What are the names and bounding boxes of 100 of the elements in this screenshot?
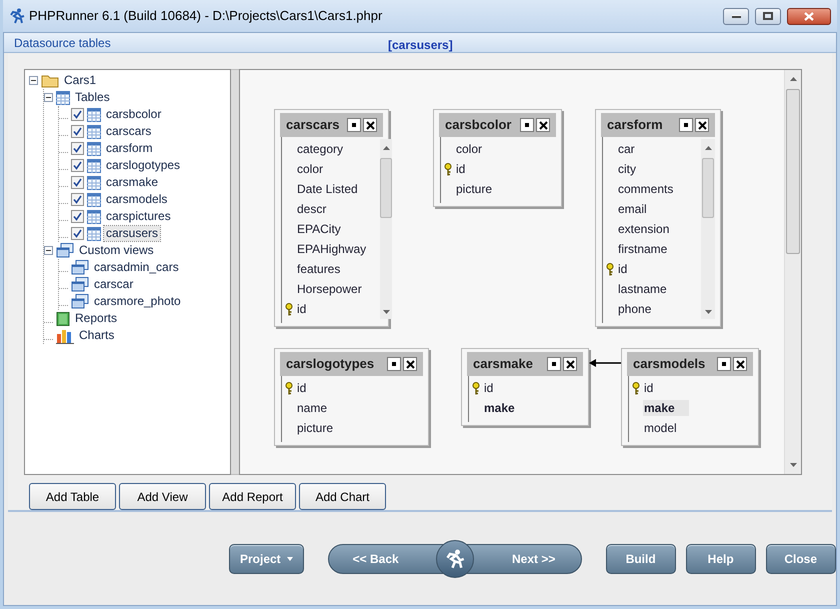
tree-item[interactable]: Tables	[73, 90, 112, 105]
table-card[interactable]: carsmodels id make model	[621, 348, 759, 446]
minimize-button[interactable]	[347, 118, 361, 132]
checkbox[interactable]	[71, 125, 84, 138]
field-name[interactable]: descr	[296, 201, 340, 217]
scroll-down-icon[interactable]	[790, 463, 796, 468]
field-name[interactable]: picture	[296, 420, 348, 436]
minimize-button[interactable]	[679, 118, 693, 132]
field-name[interactable]: EPAHighway	[296, 241, 380, 257]
expander-icon[interactable]	[29, 76, 38, 85]
tree-item[interactable]: Charts	[77, 328, 116, 343]
scrollbar[interactable]	[701, 139, 715, 319]
expander-icon[interactable]	[44, 246, 53, 255]
tree-item[interactable]: carsusers	[104, 226, 160, 241]
tree-item[interactable]: carsmore_photo	[92, 294, 183, 309]
checkbox[interactable]	[71, 193, 84, 206]
add-button[interactable]: Add Chart	[299, 483, 386, 510]
windows-icon	[71, 294, 89, 309]
bar-chart-icon	[56, 328, 74, 344]
table-title: carsbcolor	[445, 116, 512, 134]
maximize-button[interactable]	[755, 8, 781, 24]
scroll-down-icon[interactable]	[382, 310, 390, 315]
tree-item[interactable]: Reports	[73, 311, 120, 326]
checkbox[interactable]	[71, 176, 84, 189]
close-button[interactable]	[563, 357, 577, 371]
field-name[interactable]: id	[617, 261, 642, 277]
tree-item[interactable]: carsmodels	[104, 192, 170, 207]
table-icon	[87, 210, 101, 224]
close-button[interactable]	[695, 118, 709, 132]
field-name[interactable]: id	[296, 301, 320, 317]
field-name[interactable]: color	[296, 161, 338, 177]
table-icon	[87, 192, 101, 206]
table-icon	[87, 124, 101, 138]
field-name[interactable]: extension	[617, 221, 684, 237]
close-button[interactable]	[363, 118, 377, 132]
tree-item[interactable]: carslogotypes	[104, 158, 182, 173]
table-card[interactable]: carsbcolor color id picture	[433, 109, 562, 207]
vertical-scrollbar[interactable]	[784, 70, 801, 474]
table-card[interactable]: carsform car city comments email extension firstname id lastname phone	[595, 109, 721, 327]
field-name[interactable]: id	[643, 380, 668, 396]
checkbox[interactable]	[71, 227, 84, 240]
minimize-button[interactable]	[717, 357, 731, 371]
field-name[interactable]: make	[483, 400, 529, 416]
tree-item[interactable]: carscar	[92, 277, 136, 292]
minimize-button[interactable]	[387, 357, 401, 371]
close-button[interactable]	[733, 357, 747, 371]
field-name[interactable]: id	[296, 380, 320, 396]
add-button[interactable]: Add Table	[29, 483, 116, 510]
scroll-up-icon[interactable]	[382, 145, 390, 150]
field-name[interactable]: Horsepower	[296, 281, 376, 297]
close-button[interactable]	[536, 118, 550, 132]
runner-icon	[436, 540, 474, 578]
checkbox[interactable]	[71, 210, 84, 223]
field-name[interactable]: firstname	[617, 241, 682, 257]
checkbox[interactable]	[71, 142, 84, 155]
field-name[interactable]: model	[643, 420, 691, 436]
selected-table-label: [carsusers]	[388, 37, 453, 54]
field-name[interactable]: comments	[617, 181, 688, 197]
field-name[interactable]: email	[617, 201, 661, 217]
close-button[interactable]	[787, 8, 831, 24]
field-name[interactable]: car	[617, 141, 649, 157]
tree-item[interactable]: Custom views	[77, 243, 156, 258]
close-icon	[804, 12, 814, 20]
tree-item[interactable]: carsadmin_cars	[92, 260, 181, 275]
field-name[interactable]: city	[617, 161, 650, 177]
field-name[interactable]: features	[296, 261, 354, 277]
checkbox[interactable]	[71, 108, 84, 121]
field-name[interactable]: phone	[617, 301, 666, 317]
tree-item[interactable]: carsform	[104, 141, 155, 156]
relation-arrow	[589, 358, 621, 368]
tree-item[interactable]: carscars	[104, 124, 154, 139]
scroll-up-icon[interactable]	[704, 145, 712, 150]
table-card[interactable]: carscars category color Date Listed descr EPACity EPAHighway features Horsepower id	[274, 109, 389, 327]
field-name[interactable]: picture	[455, 181, 506, 197]
tree-item[interactable]: carsmake	[104, 175, 160, 190]
field-name[interactable]: category	[296, 141, 358, 157]
field-name[interactable]: make	[643, 400, 689, 416]
field-name[interactable]: lastname	[617, 281, 681, 297]
table-card[interactable]: carslogotypes id name picture	[274, 348, 429, 446]
minimize-button[interactable]	[547, 357, 561, 371]
field-name[interactable]: id	[483, 380, 508, 396]
minimize-button[interactable]	[520, 118, 534, 132]
tree-item[interactable]: carspictures	[104, 209, 173, 224]
checkbox[interactable]	[71, 159, 84, 172]
expander-icon[interactable]	[44, 93, 53, 102]
field-name[interactable]: id	[455, 161, 480, 177]
add-button[interactable]: Add View	[119, 483, 206, 510]
field-name[interactable]: Date Listed	[296, 181, 372, 197]
field-name[interactable]: name	[296, 400, 342, 416]
scrollbar[interactable]	[380, 139, 392, 319]
tree-item[interactable]: Cars1	[62, 73, 98, 88]
add-button[interactable]: Add Report	[209, 483, 296, 510]
tree-item[interactable]: carsbcolor	[104, 107, 164, 122]
scroll-down-icon[interactable]	[704, 310, 712, 315]
field-name[interactable]: EPACity	[296, 221, 355, 237]
close-button[interactable]	[403, 357, 417, 371]
scroll-up-icon[interactable]	[790, 76, 796, 81]
table-card[interactable]: carsmake id make	[461, 348, 589, 426]
minimize-button[interactable]	[723, 8, 749, 24]
field-name[interactable]: color	[455, 141, 496, 157]
